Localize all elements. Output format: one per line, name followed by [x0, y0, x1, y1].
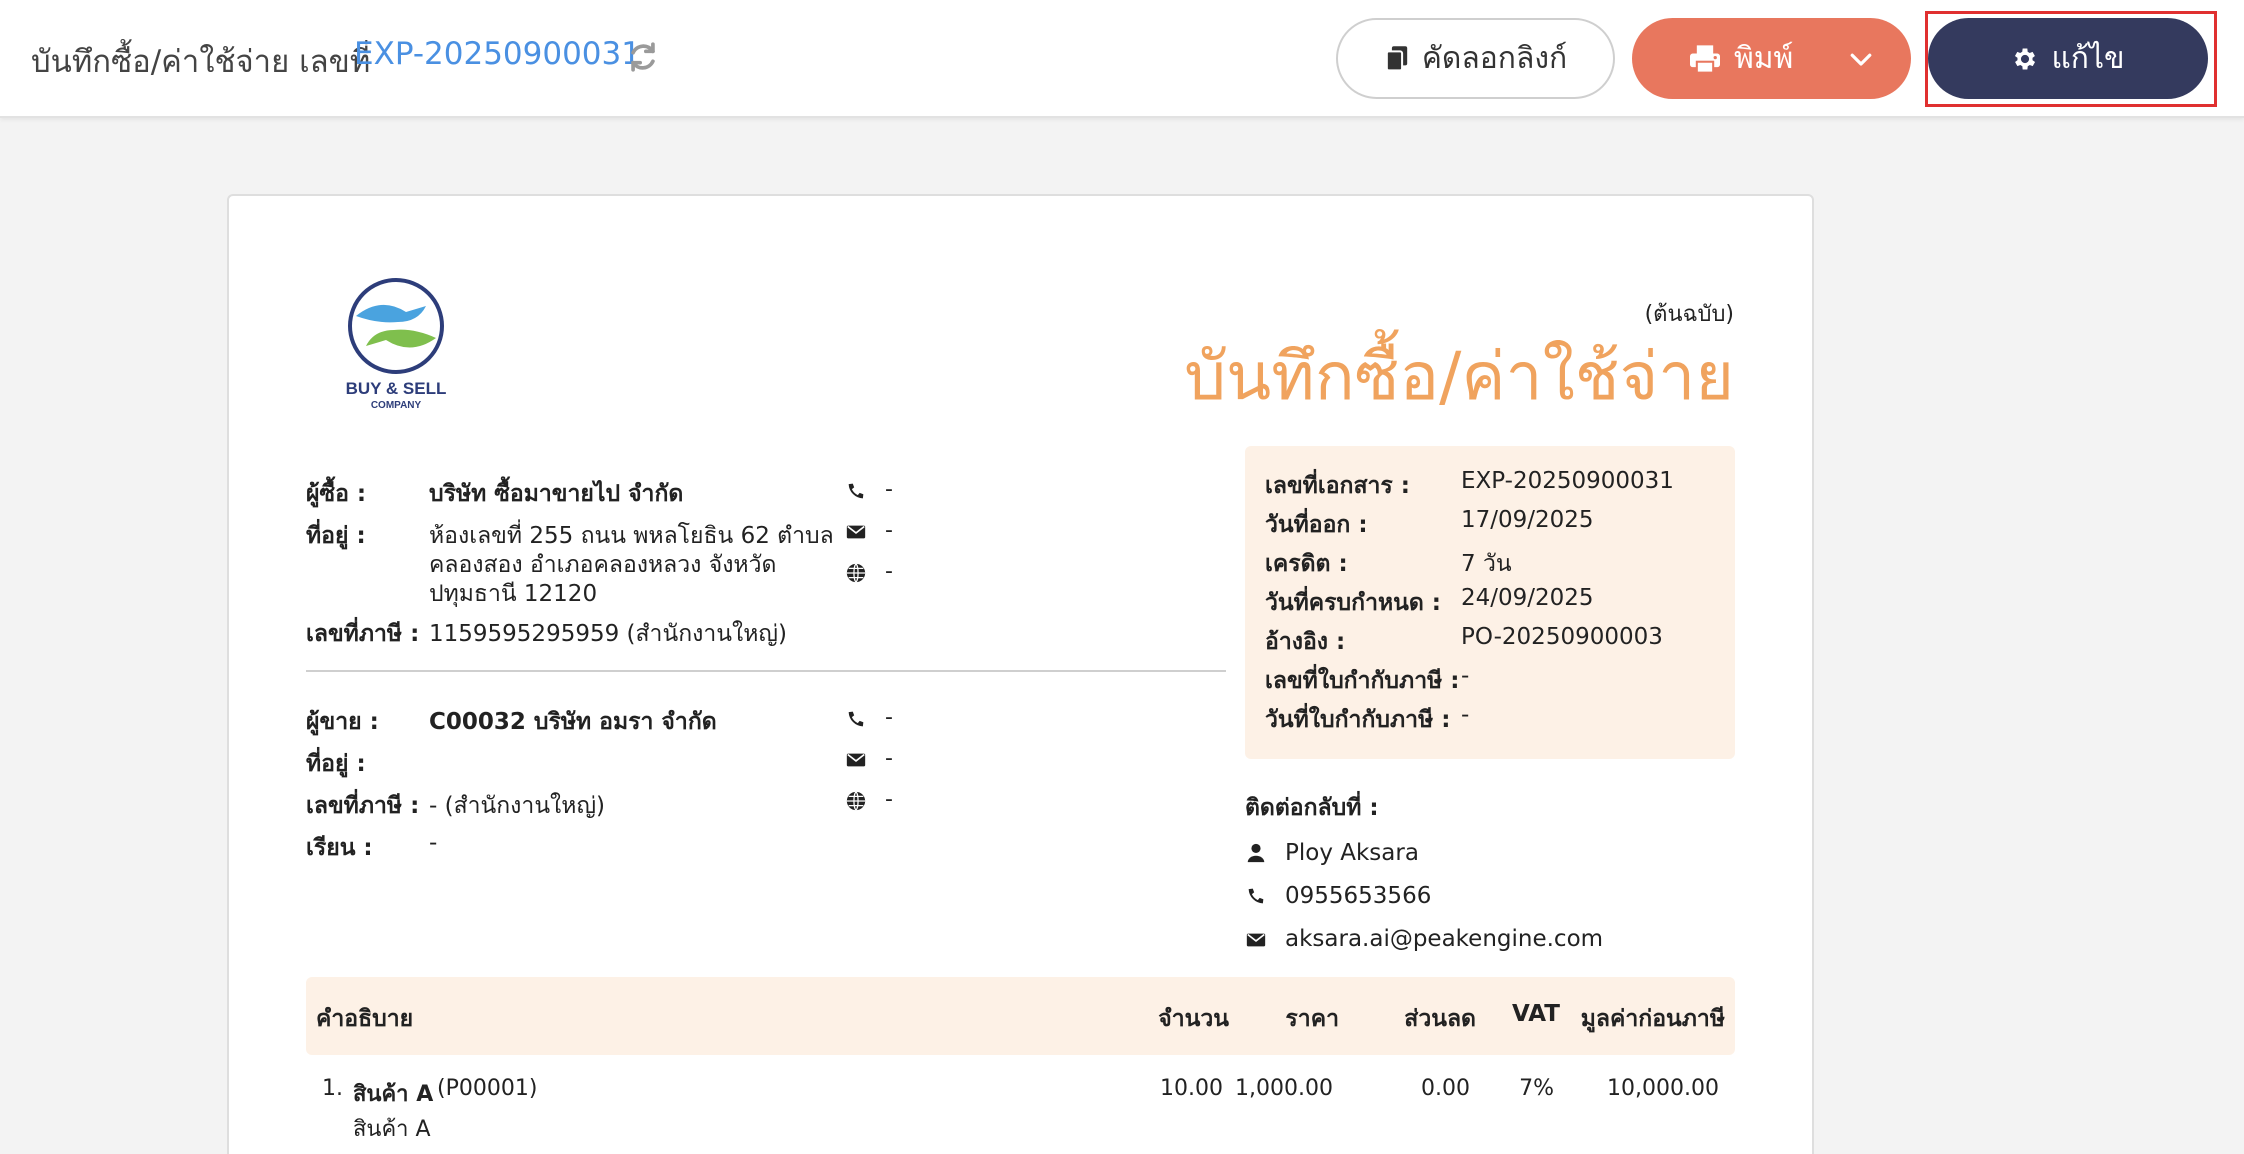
item-vat: 7% — [1519, 1076, 1554, 1101]
copy-link-label: คัดลอกลิงก์ — [1421, 41, 1568, 76]
gear-icon — [2015, 48, 2036, 69]
info-label: เครดิต : — [1265, 551, 1348, 577]
col-amount: มูลค่าก่อนภาษี — [1580, 1006, 1725, 1032]
seller-attn: - — [429, 830, 438, 856]
seller-address-label: ที่อยู่ : — [306, 751, 366, 777]
item-description: สินค้า A — [353, 1117, 431, 1142]
contact-title: ติดต่อกลับที่ : — [1245, 795, 1379, 821]
seller-label: ผู้ขาย : — [306, 709, 379, 735]
item-price: 1,000.00 — [1235, 1076, 1333, 1101]
phone-icon — [848, 483, 864, 499]
info-label: วันที่ออก : — [1265, 512, 1368, 538]
email-icon — [846, 753, 866, 767]
logo-text: BUY & SELL — [346, 379, 447, 398]
info-value: PO-20250900003 — [1461, 624, 1663, 650]
logo-subtext: COMPANY — [371, 400, 422, 411]
row-number: 1. — [322, 1076, 343, 1101]
seller-attn-label: เรียน : — [306, 835, 373, 861]
info-value: 17/09/2025 — [1461, 507, 1594, 533]
email-icon — [1246, 933, 1266, 947]
info-value: - — [1461, 702, 1470, 728]
info-value: 7 วัน — [1461, 551, 1512, 577]
item-amount: 10,000.00 — [1607, 1076, 1719, 1101]
edit-label: แก้ไข — [2051, 41, 2125, 76]
document-title: บันทึกซื้อ/ค่าใช้จ่าย — [1184, 338, 1734, 415]
email-icon — [846, 525, 866, 539]
info-label: เลขที่เอกสาร : — [1265, 473, 1410, 499]
buyer-name: บริษัท ซื้อมาขายไป จำกัด — [429, 481, 684, 507]
info-label: เลขที่ใบกำกับภาษี : — [1265, 668, 1460, 694]
buyer-address-label: ที่อยู่ : — [306, 523, 366, 549]
buyer-phone: - — [885, 477, 893, 502]
seller-email: - — [885, 746, 893, 771]
top-bar: บันทึกซื้อ/ค่าใช้จ่าย เลขที่ EXP-2025090… — [0, 0, 2244, 118]
document-number[interactable]: EXP-20250900031 — [354, 36, 641, 72]
info-value: 24/09/2025 — [1461, 585, 1594, 611]
document-info-panel: เลขที่เอกสาร : EXP-20250900031 วันที่ออก… — [1245, 446, 1735, 759]
refresh-icon[interactable] — [626, 40, 660, 74]
buyer-tax-label: เลขที่ภาษี : — [306, 621, 420, 647]
buyer-email: - — [885, 518, 893, 543]
user-icon — [1247, 843, 1265, 863]
print-label: พิมพ์ — [1734, 41, 1794, 76]
print-button[interactable]: พิมพ์ — [1632, 18, 1911, 99]
buyer-address-line: ปทุมธานี 12120 — [429, 581, 598, 607]
page-title: บันทึกซื้อ/ค่าใช้จ่าย เลขที่ — [31, 44, 371, 80]
chevron-down-icon[interactable] — [1846, 44, 1876, 74]
copy-link-button[interactable]: คัดลอกลิงก์ — [1336, 18, 1615, 99]
item-name: สินค้า A — [353, 1082, 434, 1107]
contact-phone: 0955653566 — [1285, 883, 1432, 909]
info-label: วันที่ครบกำหนด : — [1265, 590, 1442, 616]
document-preview: BUY & SELL COMPANY (ต้นฉบับ) บันทึกซื้อ/… — [227, 194, 1814, 1154]
buyer-label: ผู้ซื้อ : — [306, 481, 367, 507]
seller-tax-id: - (สำนักงานใหญ่) — [429, 793, 606, 819]
info-label: อ้างอิง : — [1265, 629, 1346, 655]
item-discount: 0.00 — [1421, 1076, 1470, 1101]
col-vat: VAT — [1512, 1001, 1560, 1027]
seller-name: C00032 บริษัท อมรา จำกัด — [429, 709, 717, 735]
buyer-tax-id: 1159595295959 (สำนักงานใหญ่) — [429, 621, 787, 647]
contact-name: Ploy Aksara — [1285, 840, 1419, 866]
phone-icon — [848, 711, 864, 727]
seller-phone: - — [885, 705, 893, 730]
copy-icon — [1385, 45, 1408, 71]
col-discount: ส่วนลด — [1404, 1006, 1476, 1032]
items-table-header: คำอธิบาย จำนวน ราคา ส่วนลด VAT มูลค่าก่อ… — [306, 977, 1735, 1055]
col-quantity: จำนวน — [1158, 1006, 1229, 1032]
buyer-website: - — [885, 559, 893, 584]
printer-icon — [1690, 44, 1720, 74]
col-description: คำอธิบาย — [316, 1006, 414, 1032]
section-divider — [306, 670, 1226, 672]
seller-tax-label: เลขที่ภาษี : — [306, 793, 420, 819]
item-quantity: 10.00 — [1160, 1076, 1223, 1101]
company-logo: BUY & SELL COMPANY — [346, 278, 447, 411]
phone-icon — [1248, 888, 1264, 904]
item-code: (P00001) — [437, 1076, 538, 1101]
seller-website: - — [885, 787, 893, 812]
col-price: ราคา — [1285, 1006, 1339, 1032]
edit-button[interactable]: แก้ไข — [1928, 18, 2208, 99]
globe-icon — [846, 563, 866, 583]
globe-icon — [846, 791, 866, 811]
info-value: EXP-20250900031 — [1461, 468, 1674, 494]
info-value: - — [1461, 663, 1470, 689]
contact-email: aksara.ai@peakengine.com — [1285, 926, 1604, 952]
info-label: วันที่ใบกำกับภาษี : — [1265, 707, 1451, 733]
